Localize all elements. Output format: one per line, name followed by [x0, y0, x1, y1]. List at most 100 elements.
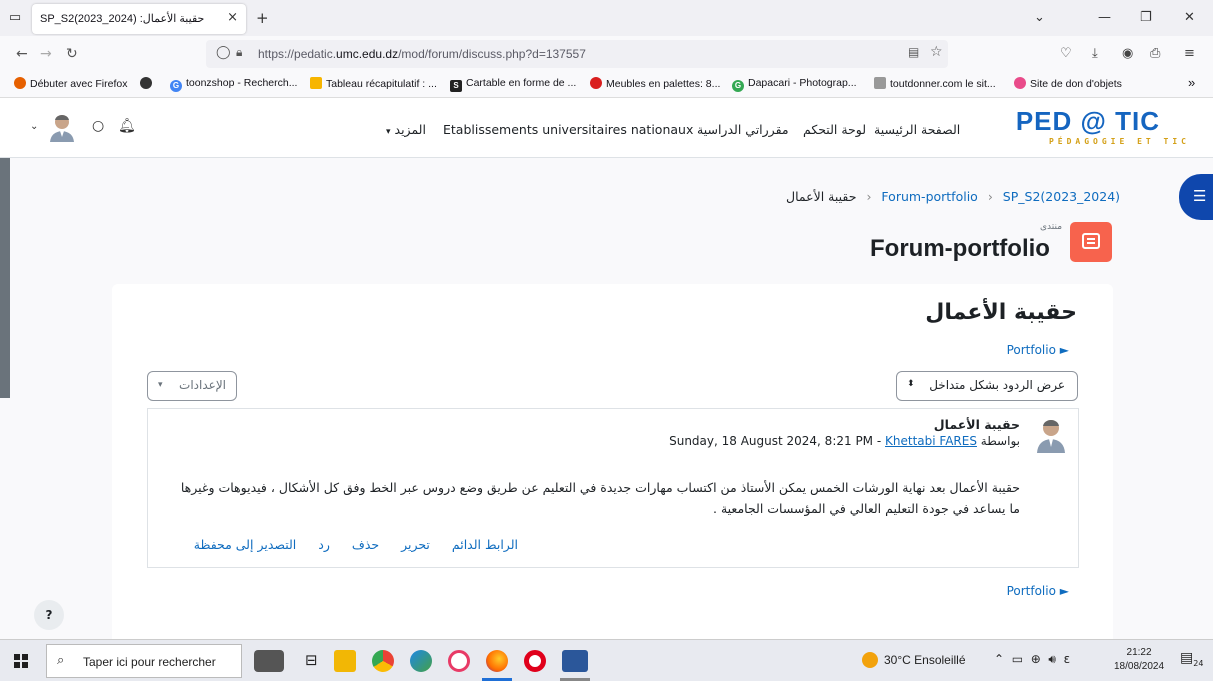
browser-tab-strip: ▭ SP_S2(2023_2024) :حقيبة الأعمال × + ⌄ … [0, 0, 1213, 36]
firefox-icon [14, 77, 26, 89]
export-portfolio-link[interactable]: التصدير إلى محفظة [194, 537, 297, 552]
tab-overview-icon[interactable]: ▭ [6, 9, 24, 27]
portfolio-link-bottom[interactable]: Portfolio ► [1007, 584, 1069, 598]
url-bar[interactable]: ◯ 🔒︎ https://pedatic.umc.edu.dz/mod/foru… [206, 40, 948, 68]
window-close-icon[interactable]: ✕ [1184, 10, 1195, 25]
site-header: ⌄ ○ 🔔︎ ▾ المزيد Etablissements universit… [0, 98, 1213, 158]
battery-icon[interactable]: ▭ [1012, 652, 1023, 666]
bookmark-item[interactable]: toutdonner.com le sit... [874, 77, 996, 90]
pocket-icon[interactable]: ♡ [1060, 46, 1072, 61]
portfolio-link-top[interactable]: Portfolio ► [1007, 343, 1069, 357]
sun-icon [862, 652, 878, 668]
reply-link[interactable]: رد [318, 537, 330, 552]
reload-icon[interactable]: ↻ [66, 46, 78, 62]
bookmark-item[interactable]: Gtoonzshop - Recherch... [170, 77, 297, 92]
permalink-link[interactable]: الرابط الدائم [452, 537, 518, 552]
edit-link[interactable]: تحرير [401, 537, 430, 552]
new-tab-button[interactable]: + [256, 9, 269, 27]
language-icon[interactable]: ε [1064, 652, 1071, 666]
forum-post: حقيبة الأعمال Sunday, 18 August 2024, 8:… [147, 408, 1079, 568]
account-icon[interactable]: ◉ [1122, 46, 1133, 61]
bookmark-item[interactable]: S Cartable en forme de ... [450, 77, 576, 92]
nav-my-courses[interactable]: مقرراتي الدراسية [697, 122, 789, 137]
breadcrumb-course[interactable]: SP_S2(2023_2024) [1003, 189, 1120, 204]
bookmark-item[interactable]: Tableau récapitulatif : ... [310, 77, 437, 90]
reader-view-icon[interactable]: ▤ [908, 45, 919, 59]
nav-dashboard[interactable]: لوحة التحكم [803, 122, 866, 137]
tab-title: SP_S2(2023_2024) :حقيبة الأعمال [40, 13, 205, 25]
chrome-icon[interactable] [372, 650, 394, 672]
nav-more[interactable]: ▾ المزيد [386, 122, 426, 137]
clock-time: 21:22 [1126, 647, 1152, 658]
display-mode-select[interactable]: ⬍ عرض الردود بشكل متداخل [896, 371, 1078, 401]
post-actions: الرابط الدائم تحرير حذف رد التصدير إلى م… [176, 537, 518, 552]
messages-icon[interactable]: ○ [92, 118, 104, 134]
bookmark-item[interactable]: Débuter avec Firefox [14, 77, 127, 90]
nav-home[interactable]: الصفحة الرئيسية [874, 122, 960, 137]
bookmarks-bar: Débuter avec Firefox Gtoonzshop - Recher… [0, 72, 1213, 98]
taskbar-clock[interactable]: 21:22 18/08/2024 [1114, 646, 1164, 674]
restore-icon[interactable]: ❐ [1140, 10, 1152, 25]
notification-center-icon[interactable]: ▤24 [1180, 650, 1203, 668]
discussion-card: حقيبة الأعمال Portfolio ► ▾ الإعدادات ⬍ … [112, 284, 1113, 644]
browser-tab[interactable]: SP_S2(2023_2024) :حقيبة الأعمال × [32, 4, 246, 34]
more-bookmarks-icon[interactable]: » [1188, 75, 1195, 90]
nav-establishments[interactable]: Etablissements universitaires nationaux [443, 122, 693, 137]
site-logo[interactable]: PED @ TIC PÉDAGOGIE ET TIC [1010, 104, 1200, 152]
opera-icon[interactable] [524, 650, 546, 672]
back-icon[interactable]: ← [16, 46, 28, 62]
tab-close-icon[interactable]: × [227, 10, 238, 25]
chevron-up-icon[interactable]: ⌃ [994, 652, 1004, 666]
bookmark-star-icon[interactable]: ☆ [930, 44, 943, 60]
breadcrumb: حقيبة الأعمال › Forum-portfolio › SP_S2(… [786, 189, 1120, 204]
bookmark-favicon [874, 77, 886, 89]
network-icon[interactable]: ⊕ [1031, 652, 1041, 666]
author-avatar[interactable] [1034, 415, 1068, 453]
system-tray[interactable]: ⌃ ▭ ⊕ 🔊︎ ε [994, 652, 1070, 667]
file-explorer-icon[interactable] [334, 650, 356, 672]
volume-icon[interactable]: 🔊︎ [1048, 652, 1056, 666]
list-all-tabs-icon[interactable]: ⌄ [1034, 10, 1045, 25]
post-subject: حقيبة الأعمال [933, 417, 1020, 432]
forward-icon[interactable]: → [40, 46, 52, 62]
opera-gx-icon[interactable] [448, 650, 470, 672]
firefox-taskbar-icon[interactable] [486, 650, 508, 672]
bookmark-item[interactable]: G Dapacari - Photograp... [732, 77, 857, 92]
settings-dropdown[interactable]: ▾ الإعدادات [147, 371, 237, 401]
logo-text: PED @ TIC [1015, 106, 1160, 136]
word-icon[interactable] [562, 650, 588, 672]
post-byline: Sunday, 18 August 2024, 8:21 PM - Khetta… [669, 434, 1020, 448]
author-link[interactable]: Khettabi FARES [885, 434, 977, 448]
discussion-title: حقيبة الأعمال [925, 300, 1077, 325]
bookmark-favicon: S [450, 80, 462, 92]
help-button[interactable]: ? [34, 600, 64, 630]
notifications-bell-icon[interactable]: 🔔︎ [118, 118, 136, 134]
user-menu-chevron-icon[interactable]: ⌄ [30, 121, 38, 132]
delete-link[interactable]: حذف [352, 537, 379, 552]
course-index-drawer-button[interactable]: ☰ [1179, 174, 1213, 220]
windows-start-icon[interactable] [14, 654, 28, 668]
taskbar-search[interactable]: ⌕ Taper ici pour rechercher [46, 644, 242, 678]
downloads-icon[interactable]: ⤓ [1092, 46, 1098, 61]
task-view-icon[interactable]: ⊟ [305, 651, 318, 669]
bookmark-item[interactable] [140, 77, 156, 90]
menu-icon[interactable]: ≡ [1184, 46, 1195, 61]
page-title: Forum-portfolio [870, 235, 1050, 262]
bookmark-item[interactable]: Meubles en palettes: 8... [590, 77, 720, 90]
breadcrumb-forum[interactable]: Forum-portfolio [881, 189, 977, 204]
clock-date: 18/08/2024 [1114, 661, 1165, 672]
breadcrumb-current: حقيبة الأعمال [786, 189, 857, 204]
search-placeholder: Taper ici pour rechercher [83, 655, 216, 669]
extensions-icon[interactable]: ⎙ [1150, 46, 1160, 61]
edge-icon[interactable] [410, 650, 432, 672]
chevron-icon: › [987, 189, 993, 204]
bookmark-favicon [310, 77, 322, 89]
bookmark-item[interactable]: Site de don d'objets [1014, 77, 1122, 90]
lock-icon[interactable]: 🔒︎ [236, 45, 242, 60]
camera-app-icon[interactable] [254, 650, 284, 672]
minimize-icon[interactable]: — [1098, 10, 1111, 25]
user-avatar[interactable] [48, 112, 76, 142]
google-icon: G [732, 80, 744, 92]
shield-icon[interactable]: ◯ [216, 45, 231, 60]
weather-widget[interactable]: 30°C Ensoleillé [862, 652, 966, 668]
